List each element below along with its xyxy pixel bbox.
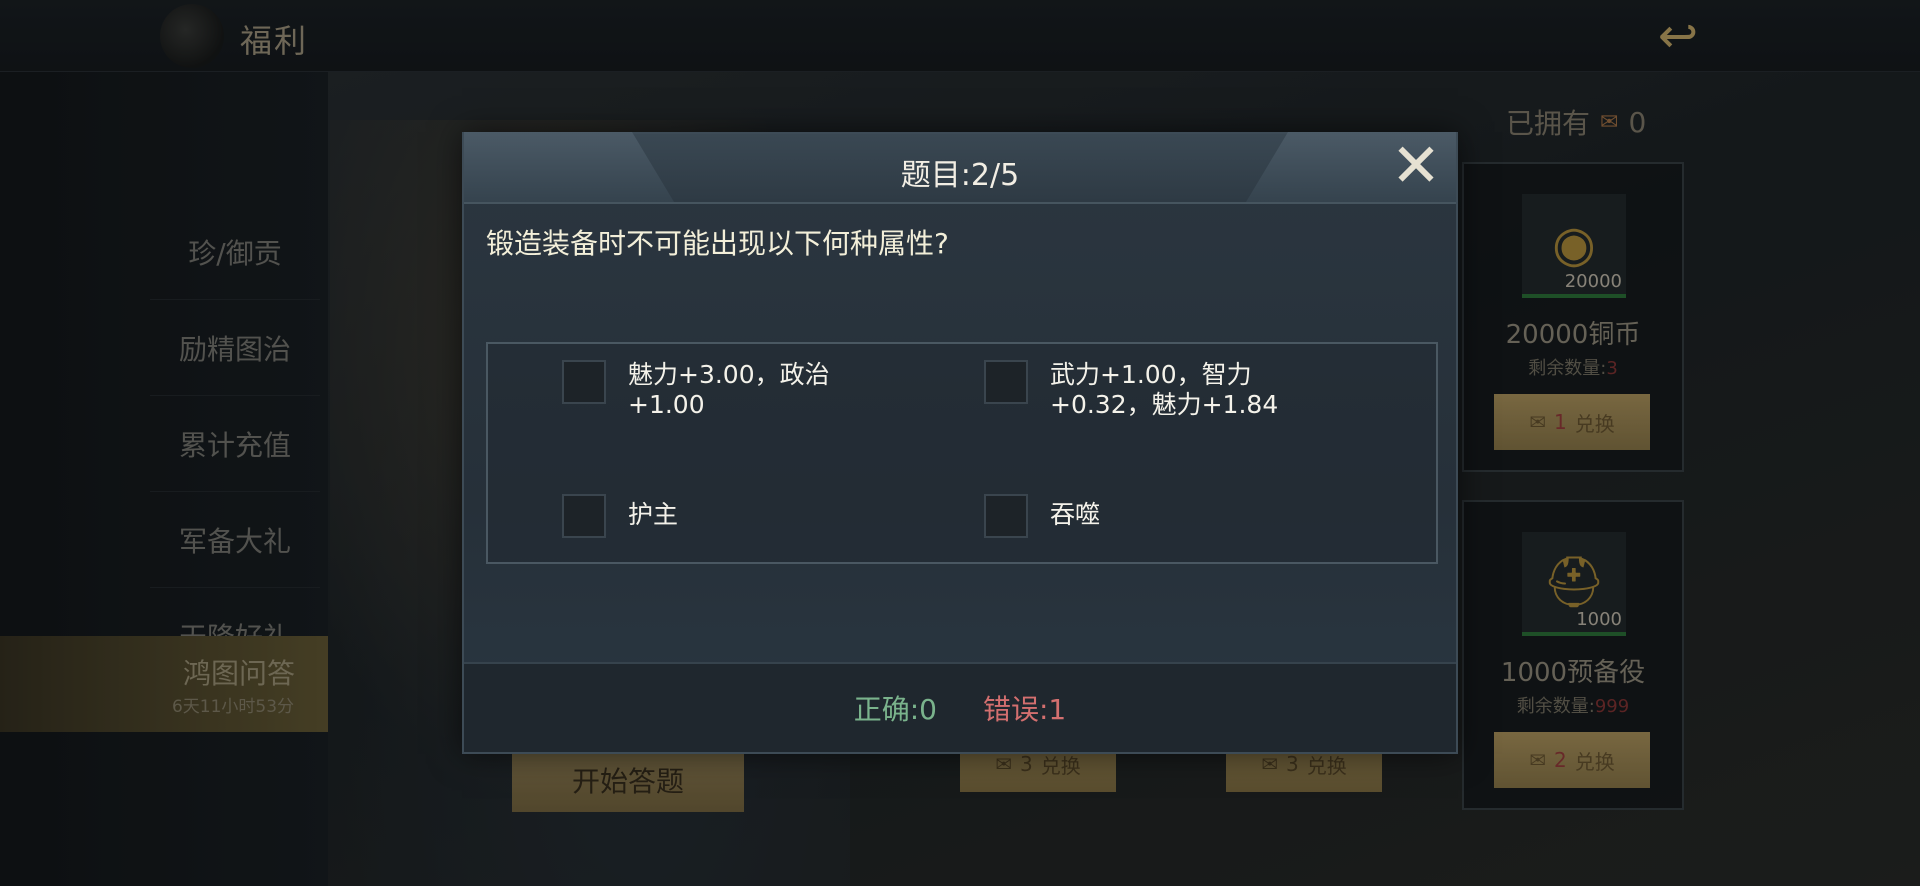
correct-count: 正确:0: [853, 693, 937, 726]
answer-option[interactable]: 武力+1.00，智力+0.32，魅力+1.84: [984, 360, 1310, 420]
question-progress: 题目:2/5: [900, 158, 1020, 193]
answer-checkbox[interactable]: [562, 494, 606, 538]
answer-label: 武力+1.00，智力+0.32，魅力+1.84: [1050, 360, 1279, 419]
answer-option[interactable]: 护主: [562, 494, 678, 538]
dialog-header: 题目:2/5: [464, 132, 1456, 204]
answer-label: 魅力+3.00，政治+1.00: [628, 360, 830, 419]
quiz-dialog: 题目:2/5 ✕ 锻造装备时不可能出现以下何种属性? 魅力+3.00，政治+1.…: [462, 132, 1458, 754]
answer-label: 护主: [628, 500, 679, 529]
answer-option[interactable]: 吞噬: [984, 494, 1100, 538]
wrong-count: 错误:1: [983, 693, 1067, 726]
answer-label: 吞噬: [1050, 500, 1101, 529]
close-icon[interactable]: ✕: [1384, 134, 1448, 198]
answer-checkbox[interactable]: [984, 360, 1028, 404]
answer-checkbox[interactable]: [562, 360, 606, 404]
answer-option[interactable]: 魅力+3.00，政治+1.00: [562, 360, 888, 420]
score-bar: 正确:0 错误:1: [464, 662, 1456, 752]
answer-options: 魅力+3.00，政治+1.00 武力+1.00，智力+0.32，魅力+1.84 …: [486, 342, 1438, 564]
answer-checkbox[interactable]: [984, 494, 1028, 538]
question-text: 锻造装备时不可能出现以下何种属性?: [486, 227, 949, 260]
